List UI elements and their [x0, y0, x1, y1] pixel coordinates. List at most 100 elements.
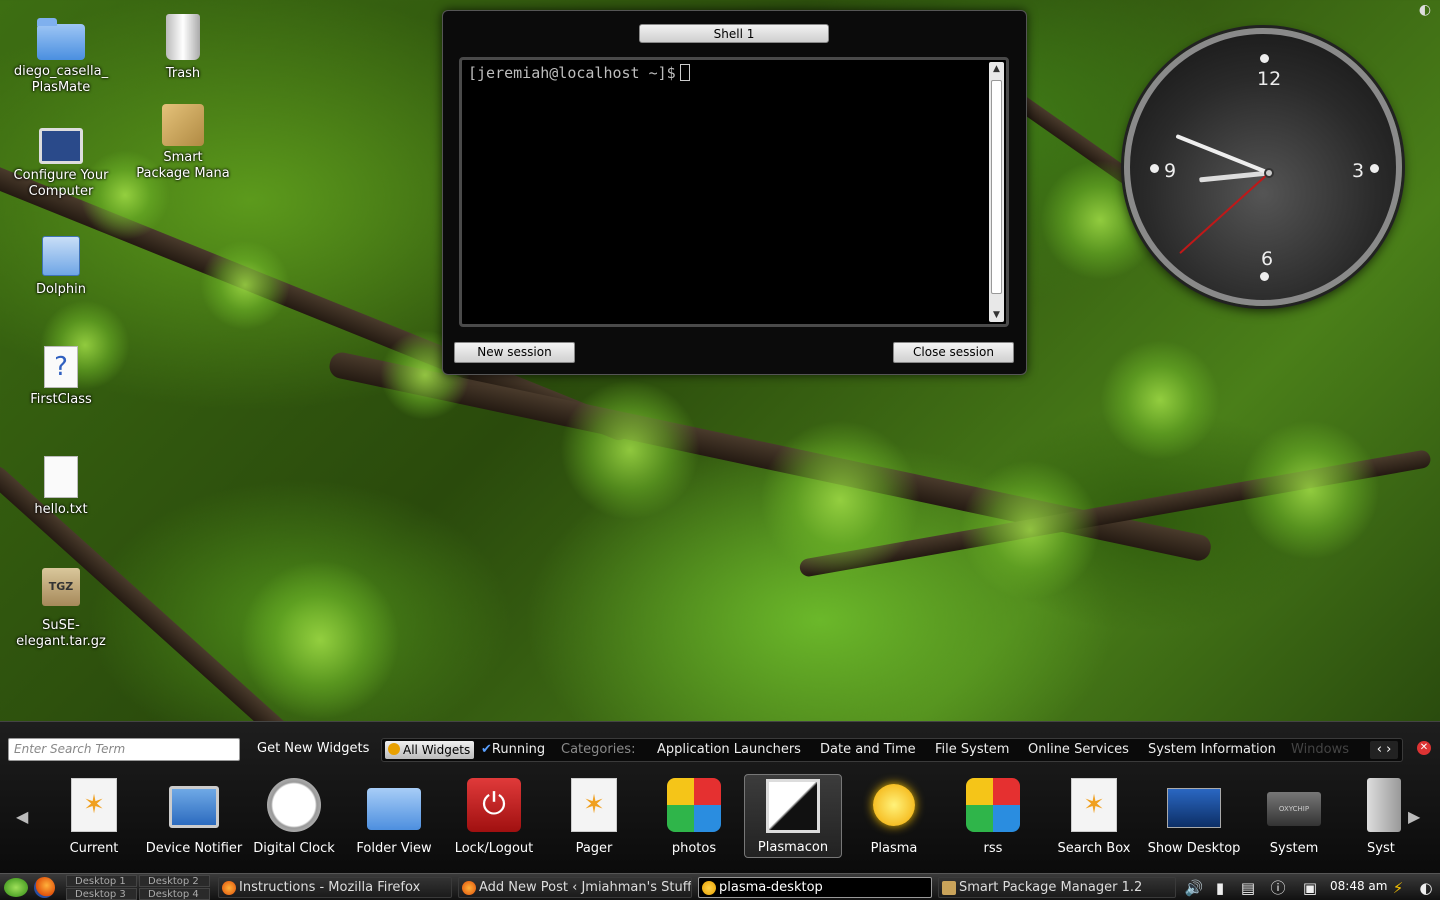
- question-doc-icon: ?: [44, 346, 78, 388]
- firefox-icon: [222, 881, 236, 895]
- shell-widget: Shell 1 [jeremiah@localhost ~]$ ▲ ▼ New …: [442, 10, 1027, 375]
- analog-clock-widget[interactable]: 12 3 6 9: [1124, 28, 1402, 306]
- category-scroll-arrows-icon[interactable]: ‹ ›: [1370, 741, 1398, 759]
- scroll-up-arrow-icon[interactable]: ▲: [989, 62, 1004, 76]
- star-doc-icon: ✶: [571, 778, 617, 832]
- desktop-icon-smart-package-manager[interactable]: Smart Package Mana: [133, 104, 233, 182]
- widget-photos[interactable]: photos: [645, 774, 743, 858]
- desktop-icon-configure-computer[interactable]: Configure Your Computer: [11, 124, 111, 200]
- photos-icon: [667, 778, 721, 832]
- desktop-icon-label: Dolphin: [36, 282, 86, 297]
- desktop-icon-label: Trash: [165, 66, 201, 81]
- clock-number-3: 3: [1352, 160, 1365, 182]
- desktop-icon-trash[interactable]: Trash: [133, 14, 233, 82]
- category-filter-bar: All Widgets ✔Running Categories: Applica…: [381, 738, 1403, 762]
- category-application-launchers[interactable]: Application Launchers: [657, 742, 801, 757]
- close-explorer-icon[interactable]: ✕: [1417, 741, 1431, 755]
- all-widgets-icon: [388, 743, 400, 755]
- widget-rss[interactable]: rss: [944, 774, 1042, 858]
- widget-digital-clock[interactable]: Digital Clock: [245, 774, 343, 858]
- widget-current[interactable]: ✶ Current: [45, 774, 143, 858]
- usb-monitor-icon: [169, 786, 219, 828]
- widget-system[interactable]: OXYCHIP System: [1245, 774, 1343, 858]
- clock-second-hand: [1179, 172, 1270, 255]
- desktop-icon-label: FirstClass: [30, 392, 92, 407]
- desktop-icon-label: diego_casella_: [13, 64, 109, 79]
- task-add-new-post[interactable]: Add New Post ‹ Jmiahman's Stuff: [458, 877, 692, 898]
- plasma-icon: [702, 881, 716, 895]
- widget-lock-logout[interactable]: ⏻ Lock/Logout: [445, 774, 543, 858]
- pager-desktop-1[interactable]: Desktop 1: [66, 875, 137, 887]
- desktop-icon-suse-elegant[interactable]: TGZ SuSE- elegant.tar.gz: [11, 568, 111, 650]
- desktop-icon-dolphin[interactable]: Dolphin: [11, 236, 111, 298]
- task-smart-package-manager[interactable]: Smart Package Manager 1.2: [938, 877, 1176, 898]
- package-icon: [162, 104, 204, 146]
- chip-icon: OXYCHIP: [1267, 792, 1321, 826]
- widget-search-box[interactable]: ✶ Search Box: [1045, 774, 1143, 858]
- pager-desktop-4[interactable]: Desktop 4: [139, 888, 210, 900]
- filter-all-widgets[interactable]: All Widgets: [385, 741, 475, 759]
- desktop-icon: [1167, 788, 1221, 828]
- terminal-area[interactable]: [jeremiah@localhost ~]$ ▲ ▼: [459, 57, 1009, 327]
- categories-label: Categories:: [561, 742, 636, 757]
- kickoff-menu-icon[interactable]: [4, 878, 28, 897]
- scroll-right-arrow-icon[interactable]: ▶: [1408, 807, 1420, 826]
- firefox-icon: [462, 881, 476, 895]
- text-file-icon: [44, 456, 78, 498]
- desktop-icon-label: Configure Your: [13, 168, 109, 183]
- battery-icon[interactable]: ⚡: [1388, 878, 1408, 898]
- get-new-widgets-button[interactable]: Get New Widgets: [257, 741, 369, 756]
- panel-clock[interactable]: 08:48 am: [1330, 879, 1387, 893]
- clock-marker: [1370, 164, 1379, 173]
- firefox-launcher-icon[interactable]: [34, 877, 55, 898]
- clipboard-icon[interactable]: ▤: [1238, 878, 1258, 898]
- info-icon[interactable]: ⓘ: [1268, 878, 1288, 898]
- widget-device-notifier[interactable]: Device Notifier: [145, 774, 243, 858]
- category-online-services[interactable]: Online Services: [1028, 742, 1129, 757]
- desktop-icon-firstclass[interactable]: ? FirstClass: [11, 346, 111, 408]
- widget-pager[interactable]: ✶ Pager: [545, 774, 643, 858]
- tab-shell-1[interactable]: Shell 1: [639, 24, 829, 43]
- category-windows[interactable]: Windows: [1291, 742, 1349, 757]
- desktop-icon-hello-txt[interactable]: hello.txt: [11, 456, 111, 518]
- terminal-scrollbar[interactable]: ▲ ▼: [989, 62, 1004, 322]
- pager-desktop-2[interactable]: Desktop 2: [139, 875, 210, 887]
- star-doc-icon: ✶: [1071, 778, 1117, 832]
- widget-system-partial[interactable]: Syst: [1345, 774, 1401, 858]
- folder-icon: [367, 788, 421, 830]
- cashew-icon[interactable]: ◐: [1416, 2, 1434, 20]
- scrollbar-thumb[interactable]: [991, 80, 1002, 294]
- network-signal-icon[interactable]: ▮: [1210, 878, 1230, 898]
- scroll-down-arrow-icon[interactable]: ▼: [989, 308, 1004, 322]
- widget-plasma[interactable]: Plasma: [845, 774, 943, 858]
- category-date-and-time[interactable]: Date and Time: [820, 742, 916, 757]
- close-session-button[interactable]: Close session: [893, 342, 1014, 363]
- check-icon: ✔: [481, 742, 492, 757]
- new-session-button[interactable]: New session: [454, 342, 575, 363]
- sun-icon: [873, 784, 915, 826]
- update-notifier-icon[interactable]: ▣: [1300, 878, 1320, 898]
- desktop-icon-label: Computer: [28, 184, 94, 199]
- pager[interactable]: Desktop 1 Desktop 2 Desktop 3 Desktop 4: [66, 875, 210, 900]
- panel-toolbox-icon[interactable]: ◐: [1416, 878, 1436, 898]
- category-system-information[interactable]: System Information: [1148, 742, 1276, 757]
- widget-folder-view[interactable]: Folder View: [345, 774, 443, 858]
- photos-icon: [966, 778, 1020, 832]
- search-input[interactable]: Enter Search Term: [8, 738, 240, 761]
- volume-icon[interactable]: 🔊: [1184, 878, 1204, 898]
- filter-running[interactable]: ✔Running: [481, 742, 545, 757]
- desktop-icon-label: PlasMate: [31, 80, 91, 95]
- widget-show-desktop[interactable]: Show Desktop: [1145, 774, 1243, 858]
- task-firefox-instructions[interactable]: Instructions - Mozilla Firefox: [218, 877, 452, 898]
- task-plasma-desktop[interactable]: plasma-desktop: [698, 877, 932, 898]
- clock-number-9: 9: [1164, 160, 1177, 182]
- desktop-icon-plasmate-folder[interactable]: diego_casella_ PlasMate: [11, 14, 111, 96]
- clock-marker: [1260, 54, 1269, 63]
- clock-number-6: 6: [1261, 248, 1274, 270]
- terminal-prompt: [jeremiah@localhost ~]$: [468, 64, 690, 82]
- pager-desktop-3[interactable]: Desktop 3: [66, 888, 137, 900]
- category-file-system[interactable]: File System: [935, 742, 1009, 757]
- scroll-left-arrow-icon[interactable]: ◀: [16, 807, 28, 826]
- clock-minute-hand: [1175, 134, 1270, 175]
- widget-plasmacon[interactable]: Plasmacon: [744, 774, 842, 858]
